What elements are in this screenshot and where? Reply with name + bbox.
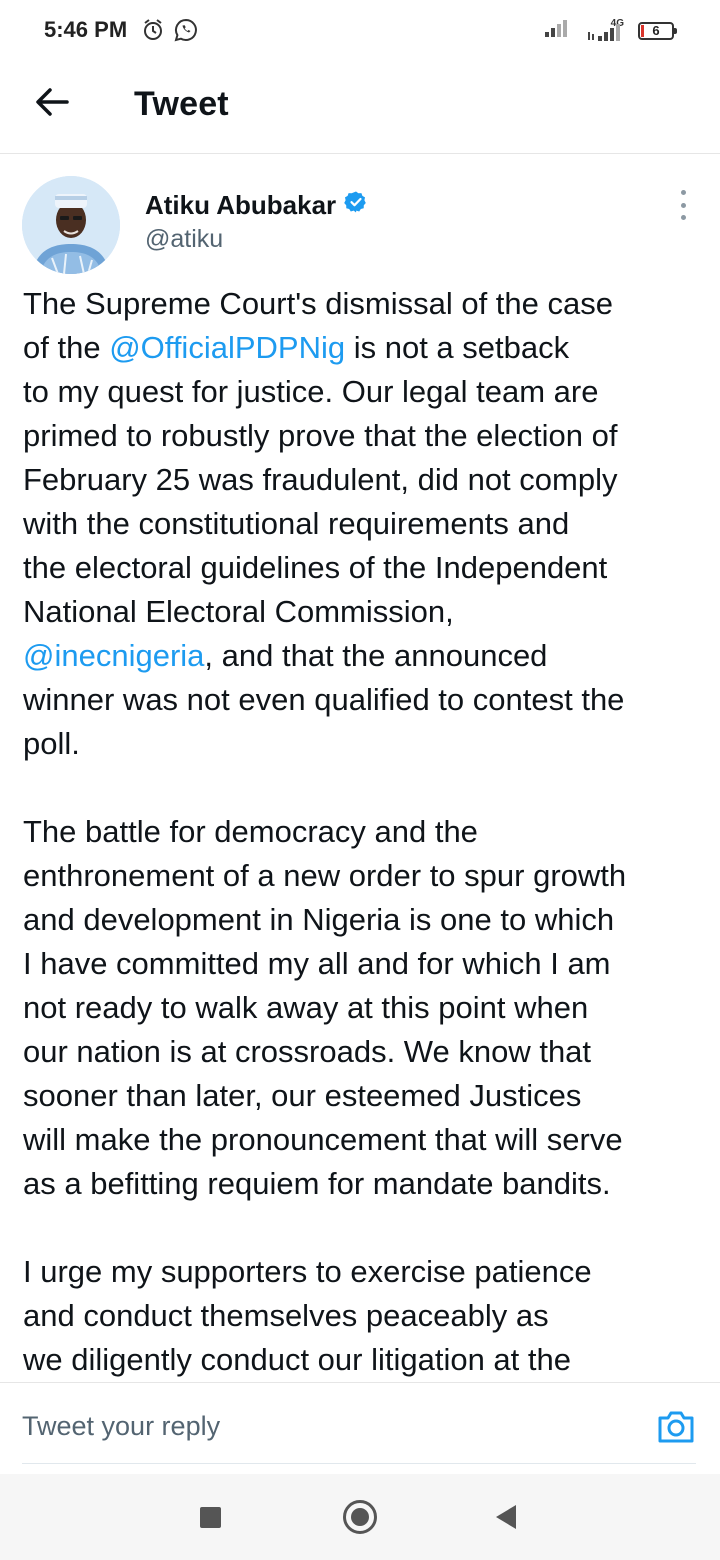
recents-square-icon[interactable] xyxy=(200,1507,221,1528)
tweet-text-segment: the electoral guidelines of the Independ… xyxy=(23,550,608,585)
status-bar: 5:46 PM 4G 6 xyxy=(0,0,720,64)
tweet-line: not ready to walk away at this point whe… xyxy=(23,986,713,1030)
tweet-line: sooner than later, our esteemed Justices xyxy=(23,1074,713,1118)
status-time: 5:46 PM xyxy=(44,17,128,42)
camera-button[interactable] xyxy=(656,1409,696,1445)
tweet-line: winner was not even qualified to contest… xyxy=(23,678,713,722)
tweet-text-segment: will make the pronouncement that will se… xyxy=(23,1122,623,1157)
tweet-text-segment: The battle for democracy and the xyxy=(23,814,478,849)
author-name[interactable]: Atiku Abubakar xyxy=(145,190,368,221)
tweet-line: to my quest for justice. Our legal team … xyxy=(23,370,713,414)
mention-link[interactable]: @inecnigeria xyxy=(23,638,204,673)
back-button[interactable] xyxy=(30,82,74,126)
arrow-left-icon xyxy=(35,87,69,122)
more-vertical-icon xyxy=(680,190,686,195)
battery-icon: 6 xyxy=(638,22,677,40)
tweet-line: I urge my supporters to exercise patienc… xyxy=(23,1250,713,1294)
top-app-bar: Tweet xyxy=(0,64,720,154)
tweet-text: The Supreme Court's dismissal of the cas… xyxy=(23,282,713,1382)
tweet-paragraph: The Supreme Court's dismissal of the cas… xyxy=(23,282,713,766)
tweet-text-segment: primed to robustly prove that the electi… xyxy=(23,418,618,453)
author-handle[interactable]: @atiku xyxy=(145,225,223,254)
tweet-line: The Supreme Court's dismissal of the cas… xyxy=(23,282,713,326)
tweet-text-segment: of the xyxy=(23,330,110,365)
tweet-text-segment: I urge my supporters to exercise patienc… xyxy=(23,1254,592,1289)
tweet-line: with the constitutional requirements and xyxy=(23,502,713,546)
tweet-text-segment: winner was not even qualified to contest… xyxy=(23,682,625,717)
tweet-line: primed to robustly prove that the electi… xyxy=(23,414,713,458)
tweet-text-segment: not ready to walk away at this point whe… xyxy=(23,990,589,1025)
reply-bar: Tweet your reply xyxy=(0,1382,720,1471)
tweet-line: poll. xyxy=(23,722,713,766)
camera-icon xyxy=(656,1411,696,1449)
tweet-paragraph: I urge my supporters to exercise patienc… xyxy=(23,1250,713,1382)
reply-underline xyxy=(22,1463,696,1464)
tweet-line: enthronement of a new order to spur grow… xyxy=(23,854,713,898)
tweet-line: The battle for democracy and the xyxy=(23,810,713,854)
tweet-paragraph: The battle for democracy and the enthrone… xyxy=(23,810,713,1206)
tweet-text-segment: , and that the announced xyxy=(204,638,548,673)
tweet-text-segment: February 25 was fraudulent, did not comp… xyxy=(23,462,618,497)
avatar[interactable] xyxy=(22,176,120,274)
tweet-text-segment: I have committed my all and for which I … xyxy=(23,946,611,981)
tweet-text-segment: The Supreme Court's dismissal of the cas… xyxy=(23,286,613,321)
tweet-text-segment: enthronement of a new order to spur grow… xyxy=(23,858,627,893)
signal-icon xyxy=(544,18,572,43)
whatsapp-icon xyxy=(174,18,198,47)
tweet-text-segment: and conduct themselves peaceably as xyxy=(23,1298,549,1333)
tweet-text-segment: sooner than later, our esteemed Justices xyxy=(23,1078,582,1113)
tweet-text-segment: our nation is at crossroads. We know tha… xyxy=(23,1034,592,1069)
tweet-text-segment: as a befitting requiem for mandate bandi… xyxy=(23,1166,611,1201)
tweet-text-segment: poll. xyxy=(23,726,80,761)
reply-input[interactable]: Tweet your reply xyxy=(22,1411,220,1442)
signal-4g-icon xyxy=(588,22,624,47)
page-title: Tweet xyxy=(134,85,229,123)
tweet-text-segment: with the constitutional requirements and xyxy=(23,506,570,541)
tweet-text-segment: National Electoral Commission, xyxy=(23,594,454,629)
system-nav-bar xyxy=(0,1474,720,1560)
alarm-icon xyxy=(142,18,164,47)
more-options-button[interactable] xyxy=(672,190,694,220)
author-name-text: Atiku Abubakar xyxy=(145,190,337,220)
battery-level: 6 xyxy=(652,23,660,38)
back-triangle-icon[interactable] xyxy=(496,1505,516,1529)
tweet-text-segment: to my quest for justice. Our legal team … xyxy=(23,374,599,409)
tweet-text-segment: is not a setback xyxy=(345,330,570,365)
tweet-line: as a befitting requiem for mandate bandi… xyxy=(23,1162,713,1206)
tweet-line: @inecnigeria, and that the announced xyxy=(23,634,713,678)
tweet-line: of the @OfficialPDPNig is not a setback xyxy=(23,326,713,370)
tweet-line: will make the pronouncement that will se… xyxy=(23,1118,713,1162)
tweet-text-segment: we diligently conduct our litigation at … xyxy=(23,1342,571,1377)
mention-link[interactable]: @OfficialPDPNig xyxy=(109,330,345,365)
verified-badge-icon xyxy=(344,190,368,221)
tweet-line: National Electoral Commission, xyxy=(23,590,713,634)
tweet-line: February 25 was fraudulent, did not comp… xyxy=(23,458,713,502)
tweet-line: the electoral guidelines of the Independ… xyxy=(23,546,713,590)
home-circle-icon[interactable] xyxy=(343,1500,377,1534)
tweet-line: and conduct themselves peaceably as xyxy=(23,1294,713,1338)
tweet-line: I have committed my all and for which I … xyxy=(23,942,713,986)
tweet-line: we diligently conduct our litigation at … xyxy=(23,1338,713,1382)
tweet-line: our nation is at crossroads. We know tha… xyxy=(23,1030,713,1074)
tweet-line: and development in Nigeria is one to whi… xyxy=(23,898,713,942)
tweet-text-segment: and development in Nigeria is one to whi… xyxy=(23,902,615,937)
